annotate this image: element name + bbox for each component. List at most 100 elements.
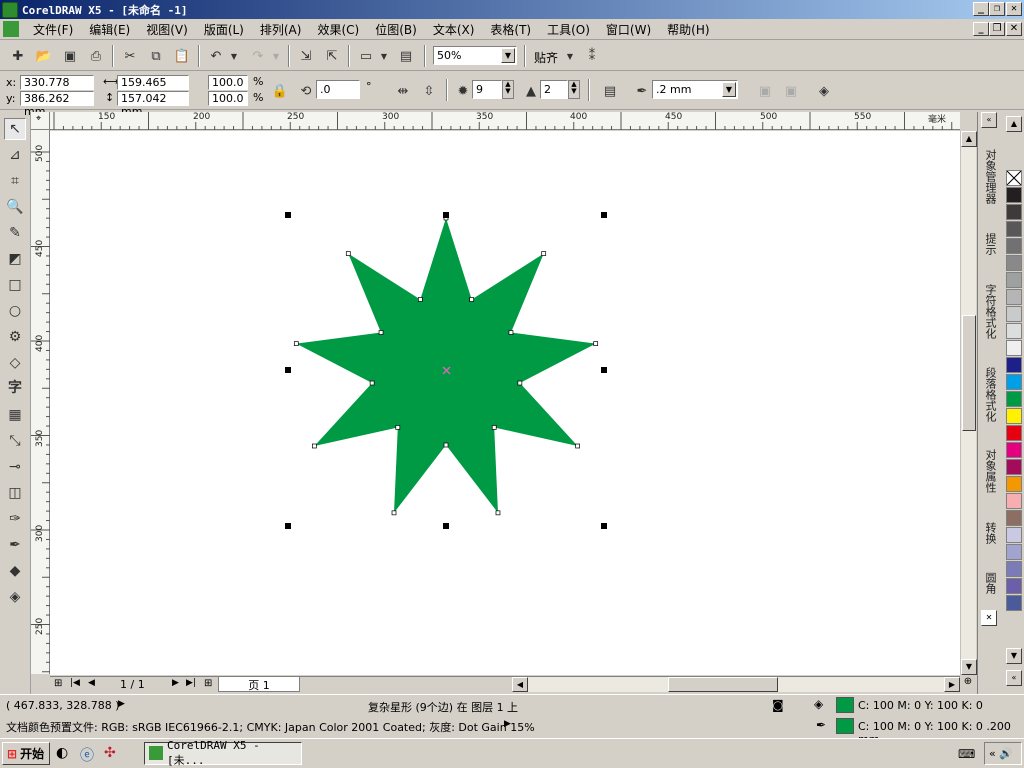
color-swatch[interactable] [1006,391,1022,407]
print-icon[interactable]: ⎙ [86,46,106,66]
page-tab[interactable]: 页 1 [218,677,300,692]
menu-effects[interactable]: 效果(C) [309,21,367,38]
star-node[interactable] [378,330,384,335]
color-swatch[interactable] [1006,442,1022,458]
color-swatch[interactable] [1006,204,1022,220]
docker-tab-transform[interactable]: 转换 [980,510,1000,556]
doc-minimize-button[interactable]: _ [973,22,989,36]
star-node[interactable] [517,380,523,386]
color-swatch[interactable] [1006,408,1022,424]
horizontal-ruler[interactable]: 150 200 250 300 350 400 450 500 550 毫米 [50,112,960,130]
rotation-angle-field[interactable]: .0 [316,80,360,99]
shape-tool-icon[interactable]: ⊿ [4,144,26,166]
fill-tool-icon[interactable]: ◆ [4,560,26,582]
color-swatch[interactable] [1006,289,1022,305]
color-swatch[interactable] [1006,357,1022,373]
color-swatch[interactable] [1006,340,1022,356]
browser-quicklaunch-icon[interactable]: ◐ [56,745,68,761]
save-icon[interactable]: ▣ [60,46,80,66]
color-swatch[interactable] [1006,476,1022,492]
width-field[interactable]: 159.465 mm [117,75,189,102]
color-swatch[interactable] [1006,459,1022,475]
color-profile-text[interactable]: 文档颜色预置文件: RGB: sRGB IEC61966-2.1; CMYK: … [6,719,535,735]
star-node[interactable] [593,341,599,346]
star-sharpness-field[interactable]: 2 [540,80,568,99]
ie-quicklaunch-icon[interactable]: ⓔ [80,745,94,765]
color-swatch[interactable] [1006,306,1022,322]
color-swatch[interactable] [1006,272,1022,288]
x-position-field[interactable]: 330.778 mm [20,75,94,102]
app-quicklaunch-icon[interactable]: ✣ [104,745,116,761]
to-front-icon[interactable]: ▣ [755,81,775,101]
vertical-ruler[interactable]: 500 450 400 350 300 250 [31,130,50,674]
keyboard-tray-icon[interactable]: ⌨ [958,747,975,761]
star-node[interactable] [443,442,449,448]
interactive-fill-tool-icon[interactable]: ◈ [4,586,26,608]
star-node[interactable] [495,510,501,516]
color-swatch[interactable] [1006,510,1022,526]
color-swatch[interactable] [1006,578,1022,594]
scroll-left-icon[interactable]: ◀ [512,677,528,692]
import-icon[interactable]: ⇲ [296,46,316,66]
status-expand-icon[interactable]: ▶ [118,699,125,709]
no-color-swatch[interactable] [1006,170,1022,186]
scale-x-field[interactable]: 100.0 [208,75,248,90]
outline-width-combo[interactable]: .2 mm ▼ [652,80,738,99]
mirror-vertical-icon[interactable]: ⇳ [419,81,439,101]
freehand-tool-icon[interactable]: ✎ [4,222,26,244]
star-node[interactable] [491,425,497,430]
launcher-dropdown-icon[interactable]: ▼ [378,46,390,66]
chevron-down-icon[interactable]: ▼ [501,48,515,63]
menu-window[interactable]: 窗口(W) [598,21,659,38]
docker-tab-object-properties[interactable]: 对象属性 [980,438,1000,504]
outline-tool-icon[interactable]: ✒ [4,534,26,556]
document-icon[interactable] [3,21,19,37]
text-tool-icon[interactable]: 字 [4,376,26,398]
redo-dropdown-icon[interactable]: ▼ [270,46,282,66]
menu-tools[interactable]: 工具(O) [539,21,598,38]
menu-help[interactable]: 帮助(H) [659,21,717,38]
horizontal-scroll-thumb[interactable] [668,677,778,692]
drawing-canvas[interactable] [50,131,960,675]
convert-to-curves-icon[interactable]: ◈ [814,81,834,101]
rectangle-tool-icon[interactable]: □ [4,274,26,296]
star-node[interactable] [417,297,423,302]
star-node[interactable] [391,510,397,516]
chevron-down-icon[interactable]: ▼ [722,82,736,97]
docker-tab-character-formatting[interactable]: 字符格式化 [980,274,1000,348]
fill-color-swatch[interactable] [836,697,854,713]
menu-table[interactable]: 表格(T) [482,21,539,38]
y-position-field[interactable]: 386.262 mm [20,91,94,118]
palette-scroll-down-icon[interactable]: ▼ [1006,648,1022,664]
start-button[interactable]: ⊞ 开始 [2,742,50,765]
snap-to-label[interactable]: 贴齐 [534,49,558,66]
scroll-up-icon[interactable]: ▲ [961,131,977,147]
outline-color-swatch[interactable] [836,718,854,734]
star-node[interactable] [312,443,317,449]
zoom-tool-icon[interactable]: 🔍 [4,196,26,218]
application-launcher-icon[interactable]: ▭ [356,46,376,66]
star-node[interactable] [369,380,375,386]
minimize-button[interactable]: _ [973,2,989,16]
menu-text[interactable]: 文本(X) [425,21,483,38]
star-points-field[interactable]: 9 [472,80,502,99]
snap-dropdown-icon[interactable]: ▼ [564,46,576,66]
vertical-scrollbar[interactable]: ▲ ▼ [960,131,977,675]
add-page-after-icon[interactable]: ⊞ [204,678,212,689]
color-swatch[interactable] [1006,561,1022,577]
docker-tab-paragraph-formatting[interactable]: 段落格式化 [980,356,1000,432]
connector-tool-icon[interactable]: ⊸ [4,456,26,478]
undo-icon[interactable]: ↶ [206,46,226,66]
pick-tool-icon[interactable]: ↖ [4,118,26,140]
tray-expand-icon[interactable]: « [989,747,996,760]
color-swatch[interactable] [1006,187,1022,203]
color-swatch[interactable] [1006,595,1022,611]
ruler-origin[interactable]: ⌖ [31,112,50,130]
doc-close-button[interactable]: ✕ [1006,22,1022,36]
menu-edit[interactable]: 编辑(E) [81,21,138,38]
close-button[interactable]: ✕ [1006,2,1022,16]
star-node[interactable] [293,341,299,346]
star-node[interactable] [469,297,475,302]
scroll-down-icon[interactable]: ▼ [961,659,977,675]
copy-icon[interactable]: ⧉ [146,46,166,66]
